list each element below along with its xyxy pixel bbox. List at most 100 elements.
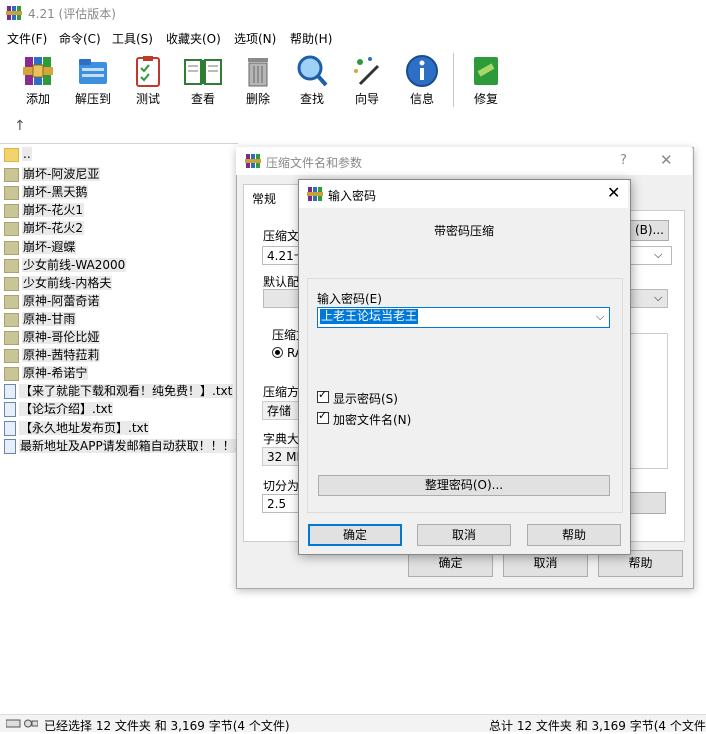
file-row-folder[interactable]: 原神-希诺宁 [4, 364, 89, 381]
file-name: 原神-哥伦比娅 [22, 330, 101, 344]
toolbar-repair-button[interactable]: 修复 [463, 54, 509, 110]
file-name: 崩坏-花火1 [22, 203, 84, 217]
up-folder-arrow-icon[interactable]: ↑ [14, 118, 26, 134]
split-value: 2.5 [267, 497, 287, 511]
folder-icon [4, 366, 19, 381]
toolbar-add-button[interactable]: 添加 [15, 54, 61, 110]
file-row-folder[interactable]: 崩坏-遐蝶 [4, 238, 77, 255]
repair-kit-icon [474, 57, 498, 85]
password-dialog-title: 输入密码 [328, 189, 377, 203]
file-name: 原神-甘雨 [22, 312, 77, 326]
chevron-down-icon[interactable]: ⌵ [654, 291, 662, 305]
toolbar-delete-button[interactable]: 删除 [235, 54, 281, 110]
file-row-parent[interactable]: .. [4, 147, 32, 164]
file-row-folder[interactable]: 崩坏-阿波尼亚 [4, 165, 101, 182]
method-combo[interactable]: 存储 [262, 401, 300, 420]
folder-icon [4, 258, 19, 273]
file-name: 最新地址及APP请发邮箱自动获取！！！. [19, 439, 240, 453]
file-row-txt[interactable]: 【论坛介绍】.txt [4, 400, 114, 417]
close-icon[interactable]: ✕ [660, 151, 673, 169]
organize-passwords-button[interactable]: 整理密码(O)... [318, 475, 610, 496]
set-password-button[interactable] [628, 492, 666, 514]
password-ok-button[interactable]: 确定 [308, 524, 402, 546]
file-row-folder[interactable]: 少女前线-WA2000 [4, 256, 127, 273]
file-row-txt[interactable]: 最新地址及APP请发邮箱自动获取！！！. [4, 437, 240, 454]
toolbar-extract-label: 解压到 [74, 92, 111, 106]
archive-dialog-title: 压缩文件名和参数 [266, 156, 363, 170]
window-title: 4.21 (评估版本) [28, 7, 116, 21]
organize-passwords-label: 整理密码(O)... [424, 478, 504, 492]
toolbar-delete-label: 删除 [245, 92, 270, 106]
folder-icon [4, 330, 19, 345]
menu-command[interactable]: 命令(C) [59, 30, 101, 47]
toolbar-view-label: 查看 [190, 92, 215, 106]
toolbar-extract-button[interactable]: 解压到 [70, 54, 116, 110]
menu-favorites[interactable]: 收藏夹(O) [166, 30, 221, 47]
chevron-down-icon[interactable]: ⌵ [596, 310, 604, 324]
file-row-folder[interactable]: 少女前线-内格夫 [4, 274, 113, 291]
menu-help[interactable]: 帮助(H) [290, 30, 332, 47]
menu-options[interactable]: 选项(N) [234, 30, 276, 47]
toolbar-wizard-label: 向导 [354, 92, 379, 106]
file-row-txt[interactable]: 【永久地址发布页】.txt [4, 419, 150, 436]
dictionary-combo[interactable]: 32 MB [262, 447, 300, 466]
toolbar-find-button[interactable]: 查找 [289, 54, 335, 110]
toolbar-test-button[interactable]: 测试 [125, 54, 171, 110]
toolbar-wizard-button[interactable]: 向导 [344, 54, 390, 110]
show-password-label: 显示密码(S) [333, 392, 398, 406]
text-file-icon [4, 384, 16, 399]
toolbar-info-label: 信息 [409, 92, 434, 106]
folder-icon [4, 167, 19, 182]
test-clipboard-icon [136, 56, 160, 87]
extract-folder-icon [79, 59, 107, 84]
archive-ok-label: 确定 [438, 556, 463, 570]
folder-icon [4, 203, 19, 218]
password-ok-label: 确定 [342, 528, 367, 542]
menu-file[interactable]: 文件(F) [7, 30, 47, 47]
file-row-folder[interactable]: 崩坏-花火1 [4, 201, 84, 218]
file-name: 原神-阿蕾奇诺 [22, 294, 101, 308]
folder-icon [4, 185, 19, 200]
text-file-icon [4, 439, 16, 454]
password-cancel-label: 取消 [451, 528, 476, 542]
file-name: 崩坏-黑天鹅 [22, 185, 89, 199]
text-file-icon [4, 421, 16, 436]
file-row-folder[interactable]: 原神-茜特菈莉 [4, 346, 101, 363]
toolbar-info-button[interactable]: 信息 [399, 54, 445, 110]
format-rar-radio[interactable] [272, 347, 283, 358]
file-row-folder[interactable]: 崩坏-花火2 [4, 219, 84, 236]
chevron-down-icon[interactable]: ⌵ [654, 248, 662, 262]
password-help-label: 帮助 [561, 528, 586, 542]
password-cancel-button[interactable]: 取消 [417, 524, 511, 546]
file-name: 原神-茜特菈莉 [22, 348, 101, 362]
password-help-button[interactable]: 帮助 [527, 524, 621, 546]
split-volume-input[interactable]: 2.5 [262, 494, 300, 513]
options-box [628, 333, 668, 469]
help-question-icon[interactable]: ? [620, 153, 627, 168]
menu-tools[interactable]: 工具(S) [112, 30, 153, 47]
show-password-checkbox[interactable] [317, 388, 329, 403]
text-file-icon [4, 402, 16, 417]
folder-icon [4, 312, 19, 327]
winrar-dialog-icon [307, 187, 323, 201]
encrypt-filenames-checkbox[interactable] [317, 409, 329, 424]
file-row-folder[interactable]: 原神-甘雨 [4, 310, 77, 327]
add-archive-icon [23, 57, 53, 85]
split-label: 切分为 [263, 479, 300, 493]
folder-icon [4, 348, 19, 363]
file-row-folder[interactable]: 原神-阿蕾奇诺 [4, 292, 101, 309]
file-row-txt[interactable]: 【来了就能下载和观看！纯免费！】.txt [4, 382, 234, 399]
file-name: 【来了就能下载和观看！纯免费！】.txt [19, 384, 234, 398]
method-value: 存储 [267, 404, 292, 418]
file-row-folder[interactable]: 原神-哥伦比娅 [4, 328, 101, 345]
file-name: 【论坛介绍】.txt [19, 402, 114, 416]
dictionary-label: 字典大 [263, 432, 300, 446]
browse-button-label: (B)... [634, 223, 664, 237]
file-name: 原神-希诺宁 [22, 366, 89, 380]
toolbar-repair-label: 修复 [473, 92, 498, 106]
wizard-wand-icon [354, 57, 380, 86]
close-icon[interactable]: ✕ [607, 183, 620, 202]
winrar-app-icon [6, 6, 22, 20]
toolbar-view-button[interactable]: 查看 [180, 54, 226, 110]
file-row-folder[interactable]: 崩坏-黑天鹅 [4, 183, 89, 200]
